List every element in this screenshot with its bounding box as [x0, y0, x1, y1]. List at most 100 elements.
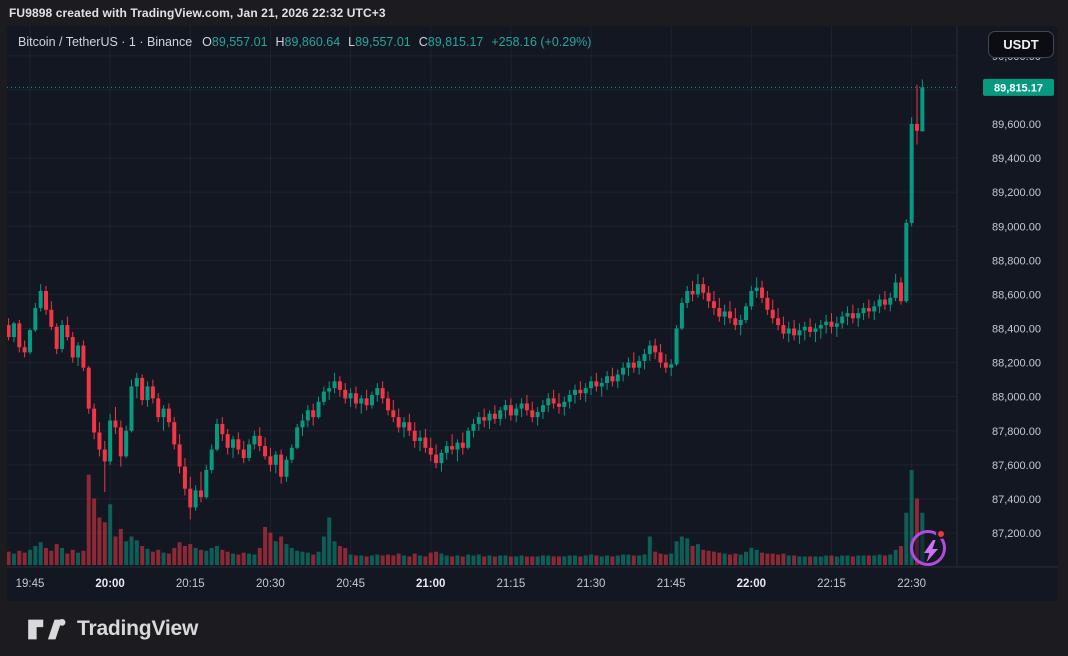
candle-body — [311, 410, 315, 417]
time-axis[interactable]: 19:4520:0020:1520:3020:4521:0021:1521:30… — [16, 578, 926, 590]
candle-body — [55, 327, 59, 349]
currency-toggle-button[interactable]: USDT — [988, 31, 1054, 58]
candle-body — [130, 386, 134, 430]
candle-body — [723, 311, 727, 316]
price-tick-label: 87,800.00 — [992, 426, 1041, 438]
volume-bar — [605, 556, 609, 566]
volume-bar — [541, 556, 545, 566]
volume-bar — [894, 550, 898, 565]
price-tick-label: 88,400.00 — [992, 324, 1041, 336]
candle-body — [589, 381, 593, 388]
candle-body — [402, 422, 406, 427]
price-tick-label: 89,000.00 — [992, 221, 1041, 233]
candle-body — [124, 431, 128, 457]
volume-bar — [514, 556, 518, 565]
candle-body — [856, 313, 860, 318]
price-tick-label: 87,400.00 — [992, 494, 1041, 506]
volume-bar — [712, 552, 716, 565]
candle-body — [263, 446, 267, 456]
candle-body — [616, 375, 620, 382]
ohlc-high: H89,860.64 — [276, 35, 341, 49]
volume-bar — [664, 555, 668, 565]
time-tick-label: 19:45 — [16, 578, 45, 590]
candle-body — [375, 388, 379, 395]
candles — [7, 80, 924, 520]
candle-body — [188, 489, 192, 508]
candle-body — [787, 329, 791, 334]
candle-body — [829, 322, 833, 327]
volume-bar — [637, 556, 641, 566]
candle-body — [210, 449, 214, 469]
time-tick-label: 22:15 — [817, 578, 846, 590]
candle-body — [343, 390, 347, 399]
volume-bar — [236, 555, 240, 565]
candle-body — [680, 303, 684, 329]
volume-bar — [290, 548, 294, 565]
price-change: +258.16 (+0.29%) — [491, 35, 591, 49]
watermark-bar: FU9898 created with TradingView.com, Jan… — [0, 0, 1068, 26]
candle-body — [621, 368, 625, 375]
price-chart-svg[interactable]: 90,000.0089,800.0089,600.0089,400.0089,2… — [7, 26, 1058, 601]
candle-body — [685, 291, 689, 303]
candle-body — [664, 363, 668, 368]
notification-dot — [936, 529, 946, 539]
volume-bar — [247, 554, 251, 565]
volume-bar — [226, 552, 230, 565]
candle-body — [471, 424, 475, 431]
volume-bar — [621, 555, 625, 565]
volume-bar — [765, 554, 769, 565]
candle-body — [183, 467, 187, 489]
volume-bar — [317, 552, 321, 565]
candle-body — [701, 284, 705, 293]
time-tick-label: 22:30 — [897, 578, 926, 590]
candle-body — [60, 325, 64, 349]
candle-body — [92, 409, 96, 433]
symbol-legend[interactable]: Bitcoin / TetherUS · 1 · Binance O89,557… — [18, 34, 591, 50]
candle-body — [536, 412, 540, 417]
volume-bar — [370, 556, 374, 566]
time-tick-label: 20:15 — [176, 578, 205, 590]
volume-bar — [536, 556, 540, 565]
volume-bar — [707, 551, 711, 565]
candle-body — [610, 376, 614, 381]
candle-body — [733, 318, 737, 325]
price-tick-label: 88,600.00 — [992, 289, 1041, 301]
last-price-label-text: 89,815.17 — [994, 82, 1043, 94]
candle-body — [717, 308, 721, 317]
candle-body — [632, 363, 636, 368]
candle-body — [349, 393, 353, 398]
volume-bar — [819, 556, 823, 565]
volume-bar — [685, 538, 689, 565]
volume-bar — [504, 556, 508, 566]
candle-body — [81, 346, 85, 368]
time-tick-label: 21:00 — [416, 578, 445, 590]
candle-body — [707, 293, 711, 302]
volume-bar — [413, 554, 417, 565]
volume-bar — [284, 544, 288, 565]
volume-bar — [771, 554, 775, 565]
last-price-label: 89,815.17 — [983, 79, 1054, 96]
candle-body — [514, 409, 518, 416]
candle-body — [429, 448, 433, 455]
price-axis[interactable]: 90,000.0089,800.0089,600.0089,400.0089,2… — [992, 51, 1041, 540]
candle-body — [904, 223, 908, 301]
candle-body — [578, 390, 582, 393]
indicator-badge[interactable] — [910, 530, 946, 566]
price-tick-label: 89,600.00 — [992, 119, 1041, 131]
volume-bars — [7, 470, 924, 565]
candle-body — [113, 421, 117, 428]
chart-panel[interactable]: 90,000.0089,800.0089,600.0089,400.0089,2… — [7, 26, 1058, 601]
volume-bar — [108, 504, 112, 565]
volume-bar — [113, 537, 117, 566]
volume-bar — [792, 556, 796, 566]
candle-body — [605, 376, 609, 383]
candle-body — [295, 427, 299, 447]
tradingview-logo-icon — [27, 613, 67, 645]
volume-bar — [701, 550, 705, 565]
volume-bar — [375, 555, 379, 565]
volume-bar — [178, 542, 182, 565]
tradingview-logo-text: TradingView — [77, 617, 198, 641]
volume-bar — [552, 556, 556, 565]
volume-bar — [594, 556, 598, 566]
volume-bar — [466, 555, 470, 565]
